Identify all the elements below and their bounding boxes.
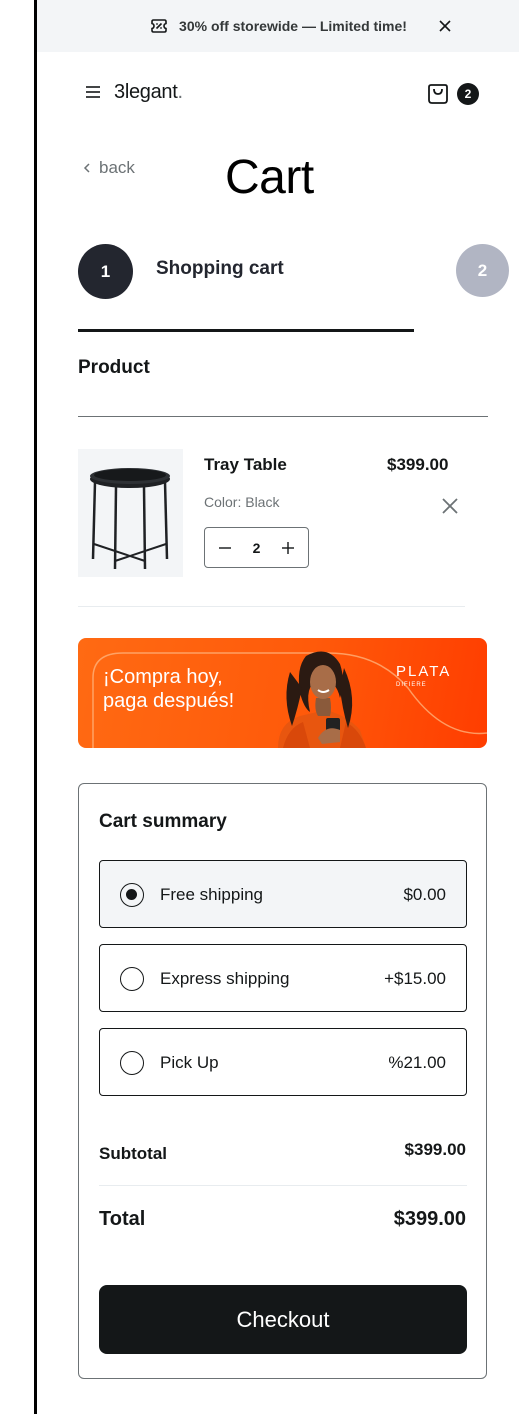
summary-title: Cart summary — [99, 811, 227, 832]
total-value: $399.00 — [393, 1208, 466, 1230]
step-2-indicator[interactable]: 2 — [456, 244, 509, 297]
remove-item-icon[interactable] — [440, 496, 460, 516]
divider — [78, 606, 465, 607]
back-link[interactable]: back — [81, 158, 135, 178]
logo-dot: . — [177, 81, 184, 103]
product-column-header: Product — [78, 357, 150, 378]
cart-page: 30% off storewide — Limited time! 3legan… — [37, 0, 519, 1414]
shipping-option-label: Express shipping — [160, 969, 290, 988]
banner-line-2: paga después! — [103, 690, 235, 712]
active-step-underline — [78, 329, 414, 332]
shipping-option-price: $0.00 — [403, 885, 446, 904]
cart-summary: Cart summary Free shipping $0.00 Express… — [78, 783, 487, 1379]
step-1-indicator: 1 — [78, 244, 133, 299]
quantity-stepper: 2 — [204, 527, 309, 568]
banner-line-1: ¡Compra hoy, — [103, 666, 223, 688]
cart-count-badge: 2 — [457, 83, 479, 105]
shipping-option-pickup[interactable]: Pick Up %21.00 — [99, 1028, 467, 1096]
shipping-option-free[interactable]: Free shipping $0.00 — [99, 860, 467, 928]
step-1-label: Shopping cart — [156, 258, 284, 279]
product-image — [78, 449, 183, 577]
close-icon[interactable] — [435, 16, 455, 36]
shopping-bag-icon[interactable] — [425, 80, 451, 106]
promo-text: 30% off storewide — Limited time! — [179, 18, 407, 34]
banner-brand-sub: DIFIERE — [396, 682, 427, 688]
banner-brand: PLATA — [396, 663, 452, 680]
quantity-value: 2 — [252, 539, 261, 556]
subtotal-label: Subtotal — [99, 1144, 167, 1163]
shipping-option-price: +$15.00 — [384, 969, 446, 988]
product-name[interactable]: Tray Table — [204, 455, 287, 475]
product-color: Color: Black — [204, 494, 280, 510]
brand-logo[interactable]: 3legant. — [114, 81, 183, 104]
shipping-option-label: Pick Up — [160, 1053, 219, 1072]
shipping-option-price: %21.00 — [388, 1053, 446, 1072]
radio-button[interactable] — [120, 967, 144, 991]
chevron-left-icon — [83, 163, 90, 173]
plus-icon[interactable] — [280, 540, 296, 556]
checkout-button[interactable]: Checkout — [99, 1285, 467, 1354]
hamburger-menu-icon[interactable] — [85, 84, 101, 100]
page-title: Cart — [225, 151, 314, 204]
minus-icon[interactable] — [217, 540, 233, 556]
radio-button[interactable] — [120, 1051, 144, 1075]
product-price: $399.00 — [387, 455, 449, 474]
ticket-percent-icon — [151, 19, 167, 33]
site-header: 3legant. 2 — [37, 52, 519, 136]
subtotal-value: $399.00 — [404, 1140, 466, 1159]
pay-later-banner[interactable]: ¡Compra hoy, paga después! PLATA DIFIERE — [78, 638, 487, 748]
divider — [99, 1185, 467, 1186]
logo-text: 3legant — [114, 81, 178, 103]
shipping-option-express[interactable]: Express shipping +$15.00 — [99, 944, 467, 1012]
total-label: Total — [99, 1208, 146, 1230]
banner-headline: ¡Compra hoy, paga después! — [103, 665, 234, 713]
shipping-option-label: Free shipping — [160, 885, 264, 904]
radio-button[interactable] — [120, 883, 144, 907]
divider — [78, 416, 488, 417]
tray-table-illustration — [90, 468, 170, 570]
radio-selected-dot — [126, 889, 137, 900]
promo-bar: 30% off storewide — Limited time! — [37, 0, 519, 52]
back-label: back — [99, 158, 135, 177]
